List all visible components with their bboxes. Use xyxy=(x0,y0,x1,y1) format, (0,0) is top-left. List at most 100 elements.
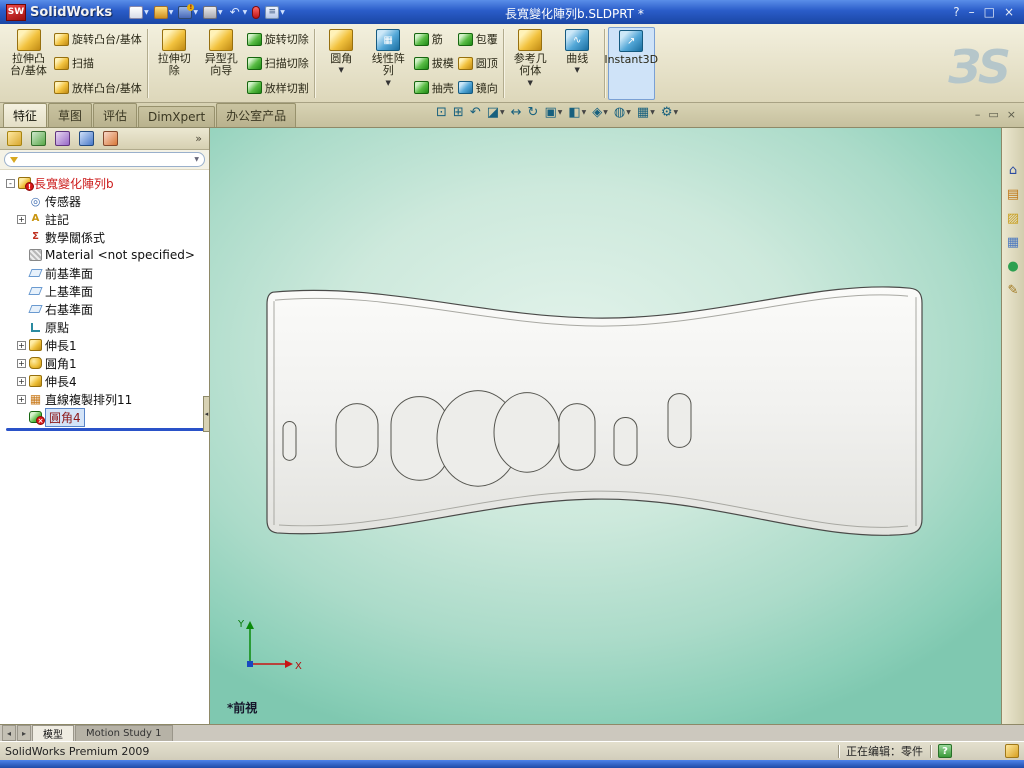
view-orientation-icon[interactable]: ▣ ▼ xyxy=(544,106,562,119)
displaymanager-tab-icon[interactable] xyxy=(103,131,118,146)
document-close-button[interactable]: × xyxy=(1007,108,1016,121)
appearances-icon[interactable]: ● xyxy=(1007,260,1018,273)
overflow-chevron-icon[interactable]: » xyxy=(195,132,202,145)
display-style-icon[interactable]: ◧ ▼ xyxy=(568,106,586,119)
tree-filter-input[interactable]: ▼ xyxy=(4,152,205,167)
dimxpertmanager-tab-icon[interactable] xyxy=(79,131,94,146)
slot-1[interactable] xyxy=(282,421,297,461)
graphics-viewport[interactable]: Y X *前視 xyxy=(210,128,1002,724)
tree-item-sensors[interactable]: ◎ 传感器 xyxy=(3,192,209,210)
home-resources-icon[interactable]: ⌂ xyxy=(1009,164,1017,177)
slot-2[interactable] xyxy=(335,403,379,468)
tree-item-linear-pattern11[interactable]: + ▦ 直線複製排列11 xyxy=(3,390,209,408)
tab-evaluate[interactable]: 评估 xyxy=(93,103,138,127)
propertymanager-tab-icon[interactable] xyxy=(31,131,46,146)
document-restore-button[interactable]: ▭ xyxy=(988,108,998,121)
status-custom-properties-icon[interactable] xyxy=(1005,744,1019,758)
instant3d-toggle-button[interactable]: ↗ Instant3D xyxy=(604,27,658,100)
configurationmanager-tab-icon[interactable] xyxy=(55,131,70,146)
reference-geometry-button[interactable]: 参考几何体 ▼ xyxy=(507,27,554,100)
new-document-button[interactable]: ▼ xyxy=(128,5,150,20)
tree-item-top-plane[interactable]: 上基準面 xyxy=(3,282,209,300)
tree-item-annotations[interactable]: + A 註記 xyxy=(3,210,209,228)
tree-item-fillet4-selected[interactable]: × 圓角4 xyxy=(3,407,209,427)
tree-item-material[interactable]: Material <not specified> xyxy=(3,246,209,264)
tab-features[interactable]: 特征 xyxy=(3,103,48,127)
options-button[interactable]: ≡ ▼ xyxy=(264,5,286,20)
fillet-button[interactable]: 圆角 ▼ xyxy=(318,27,365,100)
view-settings-icon[interactable]: ⚙ ▼ xyxy=(661,106,678,119)
tab-scroll-right-icon[interactable]: ▸ xyxy=(17,725,31,741)
print-button[interactable]: ▼ xyxy=(202,5,224,20)
view-palette-icon[interactable]: ▦ xyxy=(1007,236,1019,249)
tree-item-equations[interactable]: Σ 數學關係式 xyxy=(3,228,209,246)
expander-icon[interactable]: + xyxy=(17,394,26,404)
zoom-area-icon[interactable]: ⊞ xyxy=(453,106,464,119)
custom-properties-icon[interactable]: ✎ xyxy=(1008,284,1019,297)
shell-button[interactable]: 抽壳 xyxy=(413,80,454,96)
close-button[interactable]: × xyxy=(1004,5,1014,19)
tab-model[interactable]: 模型 xyxy=(32,725,74,741)
rotate-view-icon[interactable]: ↻ xyxy=(528,106,539,119)
tab-office-products[interactable]: 办公室产品 xyxy=(216,103,297,127)
extrude-cut-button[interactable]: 拉伸切除 xyxy=(151,27,198,100)
hole-large-2[interactable] xyxy=(493,392,561,473)
slot-5[interactable] xyxy=(613,417,638,466)
tree-item-right-plane[interactable]: 右基準面 xyxy=(3,300,209,318)
part-model[interactable] xyxy=(210,128,1001,724)
undo-button[interactable]: ↶ ▼ xyxy=(227,5,249,20)
edit-appearance-icon[interactable]: ◍ ▼ xyxy=(614,106,631,119)
save-button[interactable]: ! ▼ xyxy=(177,3,199,20)
wrap-button[interactable]: 包覆 xyxy=(457,31,498,47)
minimize-button[interactable]: – xyxy=(969,5,975,19)
help-button[interactable]: ? xyxy=(953,5,959,19)
rebuild-button[interactable] xyxy=(251,5,261,20)
mirror-button[interactable]: 镜向 xyxy=(457,80,498,96)
tree-item-extrude4[interactable]: + 伸長4 xyxy=(3,372,209,390)
design-library-icon[interactable]: ▤ xyxy=(1007,188,1019,201)
apply-scene-icon[interactable]: ▦ ▼ xyxy=(637,106,655,119)
hide-show-items-icon[interactable]: ◈ ▼ xyxy=(592,106,608,119)
status-help-button[interactable]: ? xyxy=(938,744,952,758)
curves-button[interactable]: ∿ 曲线 ▼ xyxy=(554,27,601,100)
tree-item-part-root[interactable]: - ! 長寬變化陣列b xyxy=(3,174,209,192)
hole-wizard-button[interactable]: 异型孔向导 xyxy=(198,27,245,100)
pan-icon[interactable]: ↔ xyxy=(511,106,522,119)
tree-item-extrude1[interactable]: + 伸長1 xyxy=(3,336,209,354)
maximize-button[interactable]: □ xyxy=(984,5,995,19)
extrude-boss-button[interactable]: 拉伸凸台/基体 xyxy=(5,27,52,100)
slot-4[interactable] xyxy=(558,403,596,471)
expander-icon[interactable]: + xyxy=(17,358,26,368)
expander-icon[interactable]: + xyxy=(17,214,26,224)
tree-item-origin[interactable]: 原點 xyxy=(3,318,209,336)
revolve-cut-button[interactable]: 旋转切除 xyxy=(246,31,309,47)
tab-dimxpert[interactable]: DimXpert xyxy=(138,106,216,127)
rollback-bar[interactable] xyxy=(6,428,204,431)
draft-button[interactable]: 拔模 xyxy=(413,55,454,71)
sweep-button[interactable]: 扫描 xyxy=(54,55,142,71)
tab-motion-study-1[interactable]: Motion Study 1 xyxy=(75,725,173,741)
open-document-button[interactable]: ▼ xyxy=(153,5,175,20)
document-minimize-button[interactable]: – xyxy=(975,108,981,121)
revolve-boss-button[interactable]: 旋转凸台/基体 xyxy=(54,31,142,47)
linear-pattern-button[interactable]: ▦ 线性阵列 ▼ xyxy=(365,27,412,100)
expander-icon[interactable]: + xyxy=(17,376,26,386)
tree-item-fillet1[interactable]: + 圓角1 xyxy=(3,354,209,372)
zoom-fit-icon[interactable]: ⊡ xyxy=(436,106,447,119)
slot-6[interactable] xyxy=(667,393,692,448)
expander-icon[interactable]: - xyxy=(6,178,15,188)
sweep-cut-button[interactable]: 扫描切除 xyxy=(246,55,309,71)
tab-scroll-left-icon[interactable]: ◂ xyxy=(2,725,16,741)
file-explorer-icon[interactable]: ▨ xyxy=(1007,212,1019,225)
panel-splitter-handle[interactable]: ◂ xyxy=(203,396,210,432)
expander-icon[interactable]: + xyxy=(17,340,26,350)
tab-sketch[interactable]: 草图 xyxy=(48,103,93,127)
section-view-icon[interactable]: ◪ ▼ xyxy=(487,106,505,119)
loft-boss-button[interactable]: 放样凸台/基体 xyxy=(54,80,142,96)
loft-cut-button[interactable]: 放样切割 xyxy=(246,80,309,96)
dome-button[interactable]: 圆顶 xyxy=(457,55,498,71)
tree-item-front-plane[interactable]: 前基準面 xyxy=(3,264,209,282)
featuremanager-tab-icon[interactable] xyxy=(7,131,22,146)
previous-view-icon[interactable]: ↶ xyxy=(470,106,481,119)
rib-button[interactable]: 筋 xyxy=(413,31,454,47)
